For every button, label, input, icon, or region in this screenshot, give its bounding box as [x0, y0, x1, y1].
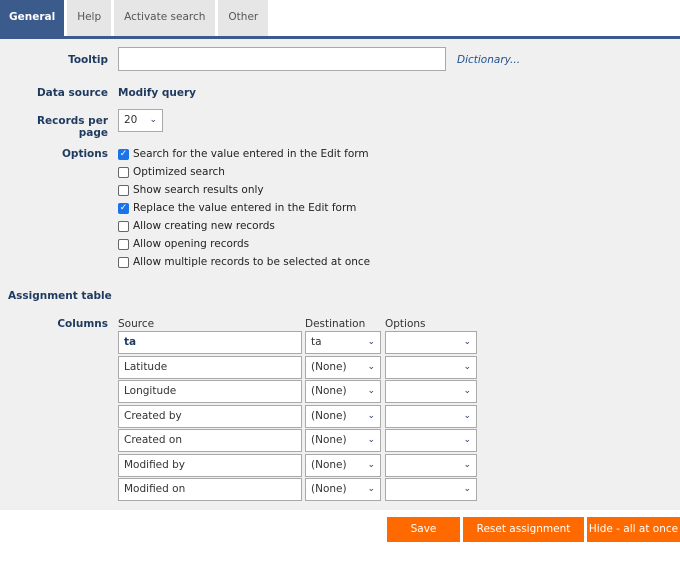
- data-source-label: Data source: [36, 87, 108, 99]
- destination-select[interactable]: (None) ⌄: [305, 355, 381, 379]
- tab-activate-search[interactable]: Activate search: [114, 0, 216, 36]
- options-select[interactable]: ⌄: [385, 380, 477, 403]
- columns-label: Columns: [57, 318, 108, 330]
- option-checkbox-row[interactable]: Allow creating new records: [118, 220, 275, 232]
- tooltip-label: Tooltip: [68, 54, 108, 66]
- option-checkbox-row[interactable]: Allow multiple records to be selected at…: [118, 256, 370, 268]
- reset-assignment-table-button[interactable]: Reset assignment table: [463, 517, 584, 560]
- chevron-down-icon: ⌄: [463, 410, 471, 421]
- source-field[interactable]: Modified on: [118, 478, 302, 501]
- checkbox[interactable]: [118, 256, 129, 268]
- option-label: Optimized search: [133, 166, 225, 178]
- chevron-down-icon: ⌄: [463, 361, 471, 372]
- chevron-down-icon: ⌄: [367, 459, 375, 470]
- destination-select[interactable]: (None) ⌄: [305, 453, 381, 477]
- options-select[interactable]: ⌄: [385, 478, 477, 501]
- option-label: Allow creating new records: [133, 220, 275, 232]
- destination-select[interactable]: (None) ⌄: [305, 429, 381, 452]
- chevron-down-icon: ⌄: [367, 435, 375, 445]
- destination-value: (None): [311, 434, 347, 446]
- chevron-down-icon: ⌄: [367, 337, 375, 347]
- assignment-table-title: Assignment table: [8, 290, 112, 302]
- chevron-down-icon: ⌄: [367, 484, 375, 494]
- option-checkbox-row[interactable]: ✓ Search for the value entered in the Edi…: [118, 148, 369, 160]
- tooltip-input[interactable]: [118, 47, 446, 71]
- checkbox[interactable]: [118, 220, 129, 232]
- tab-other[interactable]: Other: [218, 0, 269, 36]
- options-select[interactable]: ⌄: [385, 404, 477, 428]
- records-per-page-label: Records per page: [36, 115, 108, 139]
- option-label: Allow opening records: [133, 238, 250, 250]
- destination-select[interactable]: (None) ⌄: [305, 478, 381, 501]
- chevron-down-icon: ⌄: [367, 410, 375, 421]
- chevron-down-icon: ⌄: [463, 484, 471, 494]
- records-per-page-value: 20: [124, 114, 138, 126]
- destination-value: (None): [311, 409, 347, 422]
- option-label: Show search results only: [133, 184, 264, 196]
- destination-value: (None): [311, 385, 347, 397]
- tab-bar: General Help Activate search Other: [0, 0, 271, 36]
- chevron-down-icon: ⌄: [149, 115, 157, 125]
- destination-value: (None): [311, 483, 347, 495]
- destination-value: (None): [311, 458, 347, 471]
- checkbox[interactable]: ✓: [118, 202, 129, 214]
- chevron-down-icon: ⌄: [367, 361, 375, 372]
- source-field[interactable]: Created by: [118, 404, 302, 428]
- records-per-page-select[interactable]: 20 ⌄: [118, 109, 163, 132]
- header-source: Source: [118, 318, 155, 330]
- option-label: Search for the value entered in the Edit…: [133, 148, 369, 160]
- checkbox[interactable]: ✓: [118, 148, 129, 160]
- tab-general[interactable]: General: [0, 0, 65, 36]
- option-checkbox-row[interactable]: Allow opening records: [118, 238, 249, 250]
- checkbox[interactable]: [118, 166, 129, 178]
- hide-all-at-once-button[interactable]: Hide - all at once: [587, 517, 680, 542]
- chevron-down-icon: ⌄: [463, 435, 471, 445]
- header-options: Options: [385, 318, 426, 330]
- source-field[interactable]: ta: [118, 331, 302, 354]
- options-select[interactable]: ⌄: [385, 453, 477, 477]
- checkbox[interactable]: [118, 238, 129, 250]
- source-field[interactable]: Modified by: [118, 453, 302, 477]
- save-button[interactable]: Save: [387, 517, 460, 542]
- source-field[interactable]: Latitude: [118, 355, 302, 379]
- chevron-down-icon: ⌄: [463, 386, 471, 396]
- tab-help[interactable]: Help: [67, 0, 112, 36]
- option-checkbox-row[interactable]: Show search results only: [118, 184, 264, 196]
- option-label: Allow multiple records to be selected at…: [133, 256, 371, 268]
- options-select[interactable]: ⌄: [385, 331, 477, 354]
- checkbox[interactable]: [118, 184, 129, 196]
- data-source-value[interactable]: Modify query: [118, 87, 196, 99]
- option-checkbox-row[interactable]: ✓ Replace the value entered in the Edit f…: [118, 202, 356, 214]
- options-select[interactable]: ⌄: [385, 429, 477, 452]
- destination-select[interactable]: (None) ⌄: [305, 380, 381, 403]
- chevron-down-icon: ⌄: [367, 386, 375, 396]
- options-label: Options: [62, 148, 108, 160]
- options-select[interactable]: ⌄: [385, 355, 477, 379]
- chevron-down-icon: ⌄: [463, 337, 471, 347]
- option-checkbox-row[interactable]: Optimized search: [118, 166, 225, 178]
- destination-select[interactable]: ta ⌄: [305, 331, 381, 354]
- chevron-down-icon: ⌄: [463, 459, 471, 470]
- destination-select[interactable]: (None) ⌄: [305, 404, 381, 428]
- source-field[interactable]: Created on: [118, 429, 302, 452]
- header-destination: Destination: [305, 318, 366, 330]
- destination-value: ta: [311, 336, 322, 348]
- destination-value: (None): [311, 360, 347, 373]
- source-field[interactable]: Longitude: [118, 380, 302, 403]
- option-label: Replace the value entered in the Edit fo…: [133, 202, 357, 214]
- dictionary-link[interactable]: Dictionary...: [457, 54, 520, 66]
